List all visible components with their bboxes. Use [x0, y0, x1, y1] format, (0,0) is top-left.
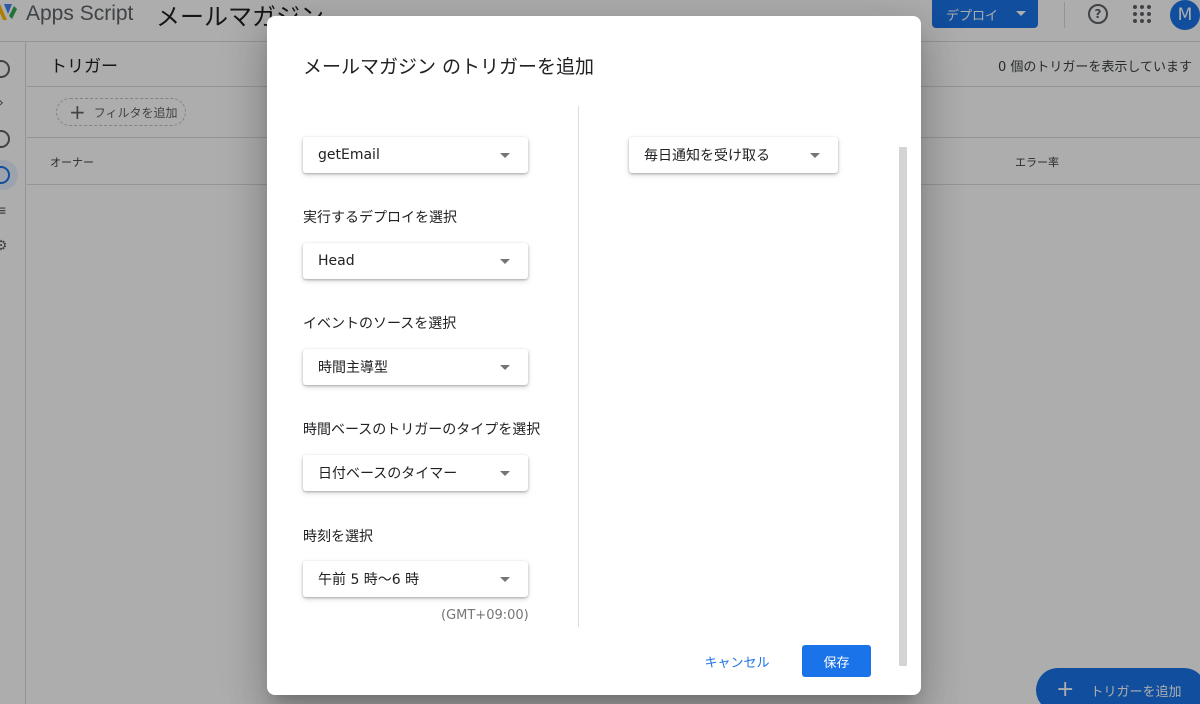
event-source-select[interactable]: 時間主導型 — [303, 349, 528, 385]
notification-select-value: 毎日通知を受け取る — [644, 148, 770, 164]
time-label: 時刻を選択 — [303, 529, 373, 545]
time-select-value: 午前 5 時〜6 時 — [318, 572, 420, 588]
dropdown-arrow-icon — [810, 153, 820, 158]
deployment-select[interactable]: Head — [303, 243, 528, 279]
trigger-type-select[interactable]: 日付ベースのタイマー — [303, 455, 528, 491]
timezone-text: (GMT+09:00) — [441, 608, 529, 623]
dropdown-arrow-icon — [500, 471, 510, 476]
dropdown-arrow-icon — [500, 577, 510, 582]
add-trigger-dialog: メールマガジン のトリガーを追加 getEmail 実行するデプロイを選択 He… — [267, 16, 921, 695]
dialog-title: メールマガジン のトリガーを追加 — [303, 56, 595, 78]
trigger-type-select-value: 日付ベースのタイマー — [318, 466, 458, 482]
dialog-scrollbar[interactable] — [899, 147, 907, 666]
dropdown-arrow-icon — [500, 153, 510, 158]
event-source-label: イベントのソースを選択 — [303, 316, 457, 332]
event-source-select-value: 時間主導型 — [318, 360, 388, 376]
dropdown-arrow-icon — [500, 365, 510, 370]
notification-select[interactable]: 毎日通知を受け取る — [629, 137, 838, 173]
function-select-value: getEmail — [318, 147, 380, 163]
time-select[interactable]: 午前 5 時〜6 時 — [303, 561, 528, 597]
dropdown-arrow-icon — [500, 259, 510, 264]
column-divider — [578, 106, 579, 627]
deployment-select-value: Head — [318, 253, 355, 269]
trigger-type-label: 時間ベースのトリガーのタイプを選択 — [303, 422, 541, 438]
cancel-button[interactable]: キャンセル — [693, 646, 781, 676]
deployment-label: 実行するデプロイを選択 — [303, 210, 457, 226]
function-select[interactable]: getEmail — [303, 137, 528, 173]
save-button[interactable]: 保存 — [802, 645, 871, 677]
